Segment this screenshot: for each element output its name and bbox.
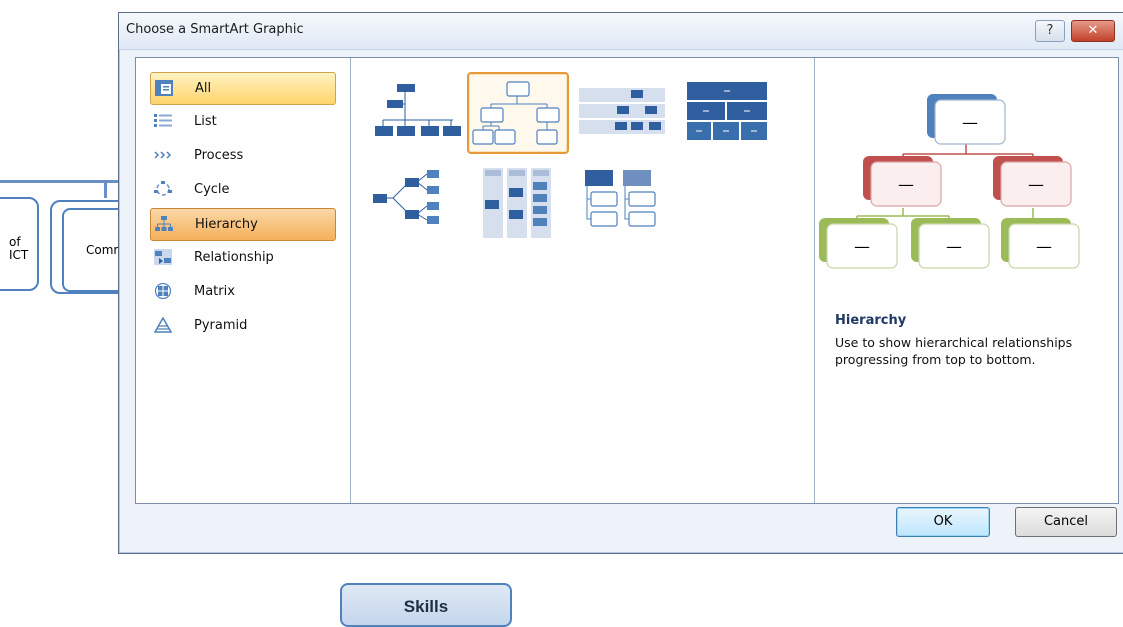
category-matrix-label: Matrix bbox=[194, 284, 235, 299]
preview-node-red-1: — bbox=[898, 175, 914, 194]
skills-label: Skills bbox=[403, 597, 449, 616]
preview-node-green-2: — bbox=[946, 237, 962, 256]
process-icon bbox=[154, 151, 172, 159]
matrix-icon bbox=[154, 283, 172, 299]
cycle-icon bbox=[154, 181, 172, 196]
ok-button[interactable]: OK bbox=[896, 507, 990, 537]
preview-description: Use to show hierarchical relationships p… bbox=[835, 335, 1073, 367]
category-process[interactable]: Process bbox=[150, 140, 334, 171]
category-all[interactable]: All bbox=[150, 72, 336, 105]
close-button[interactable]: ✕ bbox=[1071, 20, 1115, 42]
close-icon: ✕ bbox=[1087, 23, 1099, 38]
skills-shape: Skills bbox=[340, 583, 512, 627]
smartart-dialog: Choose a SmartArt Graphic ? ✕ All List P… bbox=[118, 12, 1123, 554]
category-pyramid[interactable]: Pyramid bbox=[150, 310, 334, 341]
layout-hierarchy[interactable] bbox=[467, 72, 569, 154]
hierarchy-thumbnail bbox=[472, 81, 560, 145]
hierarchy-list-thumbnail bbox=[585, 170, 656, 227]
horizontal-labeled-hierarchy-thumbnail bbox=[483, 168, 551, 238]
layout-organization-chart[interactable] bbox=[365, 72, 463, 150]
dialog-title: Choose a SmartArt Graphic bbox=[126, 22, 304, 37]
bg-shape-left-text: of ICT bbox=[9, 235, 29, 262]
bg-connector-v bbox=[104, 180, 107, 198]
preview-pane: — — — — — — Hierarchy Use to show hierar… bbox=[815, 58, 1118, 503]
all-icon bbox=[155, 80, 173, 96]
dialog-content: All List Process Cycle Hierarchy Relatio… bbox=[135, 57, 1119, 504]
layout-hierarchy-list[interactable] bbox=[579, 164, 677, 242]
bg-connector-h bbox=[0, 180, 118, 183]
category-relationship-label: Relationship bbox=[194, 250, 274, 265]
category-list-item[interactable]: List bbox=[150, 106, 334, 137]
category-pyramid-label: Pyramid bbox=[194, 318, 248, 333]
pyramid-icon bbox=[154, 317, 172, 333]
category-cycle-label: Cycle bbox=[194, 182, 230, 197]
preview-node-green-1: — bbox=[854, 237, 870, 256]
help-button[interactable]: ? bbox=[1035, 20, 1065, 42]
layout-horizontal-hierarchy[interactable] bbox=[365, 164, 463, 242]
category-process-label: Process bbox=[194, 148, 244, 163]
layout-table-hierarchy[interactable] bbox=[681, 72, 779, 150]
preview-node-green-3: — bbox=[1036, 237, 1052, 256]
preview-title: Hierarchy bbox=[835, 313, 907, 328]
dialog-titlebar[interactable]: Choose a SmartArt Graphic ? ✕ bbox=[119, 13, 1123, 50]
category-list: All List Process Cycle Hierarchy Relatio… bbox=[136, 58, 351, 503]
horizontal-hierarchy-thumbnail bbox=[373, 170, 439, 224]
hierarchy-preview-diagram: — — — — — — bbox=[819, 94, 1080, 269]
category-relationship[interactable]: Relationship bbox=[150, 242, 334, 273]
table-hierarchy-thumbnail bbox=[687, 82, 767, 140]
preview-node-red-2: — bbox=[1028, 175, 1044, 194]
organization-chart-thumbnail bbox=[375, 84, 461, 136]
preview-node-top: — bbox=[962, 113, 978, 132]
category-hierarchy[interactable]: Hierarchy bbox=[150, 208, 336, 241]
labeled-hierarchy-thumbnail bbox=[579, 88, 665, 134]
category-all-label: All bbox=[195, 81, 212, 96]
category-cycle[interactable]: Cycle bbox=[150, 174, 334, 205]
bg-shape-left: of ICT bbox=[0, 197, 39, 291]
help-icon: ? bbox=[1046, 23, 1054, 38]
category-hierarchy-label: Hierarchy bbox=[195, 217, 258, 232]
list-icon bbox=[154, 114, 172, 127]
relationship-icon bbox=[154, 249, 172, 265]
layout-gallery bbox=[351, 58, 815, 503]
cancel-button[interactable]: Cancel bbox=[1015, 507, 1117, 537]
category-list-label: List bbox=[194, 114, 217, 129]
category-matrix[interactable]: Matrix bbox=[150, 276, 334, 307]
layout-horizontal-labeled-hierarchy[interactable] bbox=[473, 164, 571, 242]
hierarchy-icon bbox=[155, 216, 173, 231]
layout-labeled-hierarchy[interactable] bbox=[575, 72, 673, 150]
